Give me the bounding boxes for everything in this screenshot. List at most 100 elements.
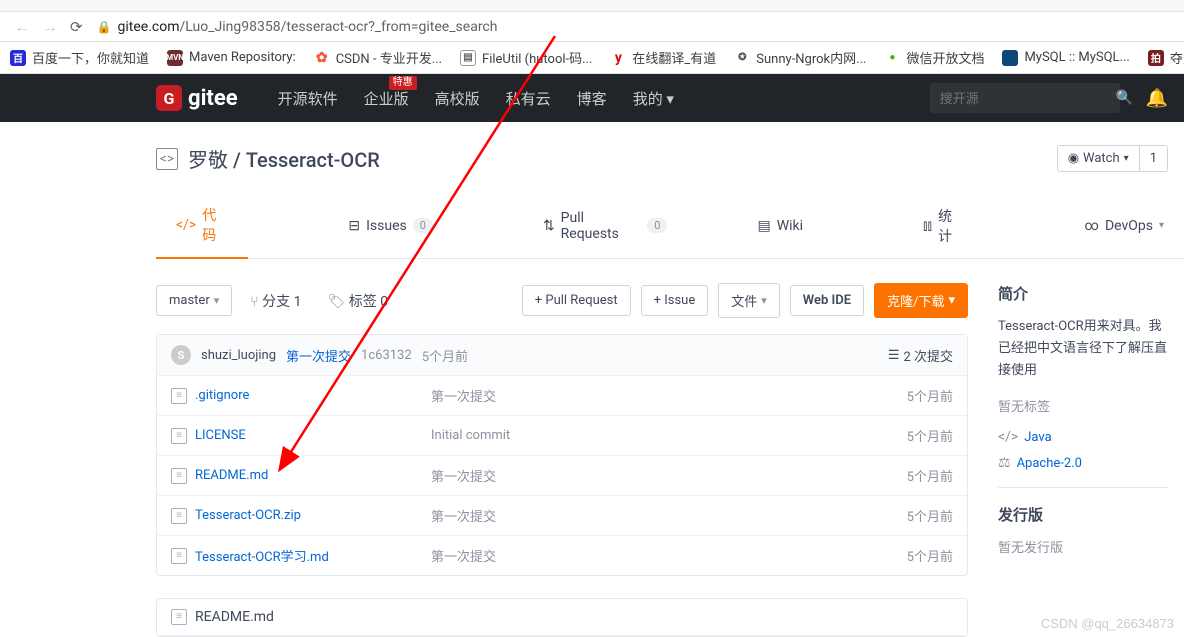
wechat-icon: ● xyxy=(884,50,900,66)
nav-mine[interactable]: 我的 ▾ xyxy=(633,88,674,109)
author-avatar[interactable]: S xyxy=(171,345,191,365)
branch-selector[interactable]: master xyxy=(156,285,232,316)
file-time: 5个月前 xyxy=(907,386,953,405)
watch-button[interactable]: ◉ Watch ▾ xyxy=(1057,145,1140,172)
author-name[interactable]: shuzi_luojing xyxy=(201,348,276,363)
bookmark-wechat[interactable]: ●微信开放文档 xyxy=(884,48,984,67)
code-tab-icon: </> xyxy=(176,217,196,233)
clone-download-button[interactable]: 克隆/下载 ▾ xyxy=(874,283,968,318)
license-link[interactable]: ⚖Apache-2.0 xyxy=(998,455,1168,471)
file-commit-msg[interactable]: 第一次提交 xyxy=(431,466,897,485)
tab-issues[interactable]: ⊟Issues0 xyxy=(328,206,453,246)
nav-enterprise[interactable]: 特惠 企业版 xyxy=(364,88,409,109)
bookmark-youdao[interactable]: y在线翻译_有道 xyxy=(610,48,716,67)
duobao-icon: 拍 xyxy=(1148,50,1164,66)
intro-text: Tesseract-OCR用来对具。我已经把中文语言径下了解压直接使用 xyxy=(998,316,1168,382)
file-commit-msg[interactable]: 第一次提交 xyxy=(431,386,897,405)
file-icon xyxy=(171,388,187,404)
tab-code[interactable]: </>代码 xyxy=(156,193,248,259)
bookmark-duobao[interactable]: 拍夺宝岛列表 xyxy=(1148,48,1184,67)
readme-title: README.md xyxy=(195,609,274,625)
file-time: 5个月前 xyxy=(907,506,953,525)
file-time: 5个月前 xyxy=(907,466,953,485)
gitee-header: G gitee 开源软件 特惠 企业版 高校版 私有云 博客 我的 ▾ 🔍 🔔 xyxy=(0,74,1184,122)
web-ide-button[interactable]: Web IDE xyxy=(790,285,864,316)
lang-link[interactable]: </>Java xyxy=(998,429,1168,445)
reload-icon[interactable]: ⟳ xyxy=(70,18,83,36)
nav-private[interactable]: 私有云 xyxy=(506,88,551,109)
eye-icon: ◉ xyxy=(1068,151,1079,166)
bookmark-ngrok[interactable]: ✪Sunny-Ngrok内网... xyxy=(734,48,866,67)
bookmark-baidu[interactable]: 百百度一下，你就知道 xyxy=(10,48,149,67)
search-icon[interactable]: 🔍 xyxy=(1116,90,1133,106)
file-commit-msg[interactable]: 第一次提交 xyxy=(431,546,897,565)
nav-blog[interactable]: 博客 xyxy=(577,88,607,109)
history-icon: ☰ xyxy=(888,348,900,363)
readme-panel: README.md xyxy=(156,598,968,637)
youdao-icon: y xyxy=(610,50,626,66)
file-time: 5个月前 xyxy=(907,426,953,445)
mvn-icon: MVN xyxy=(167,50,183,66)
repo-owner[interactable]: 罗敬 xyxy=(188,148,228,172)
file-time: 5个月前 xyxy=(907,546,953,565)
nav-opensource[interactable]: 开源软件 xyxy=(278,88,338,109)
tab-devops[interactable]: ∞DevOps▾ xyxy=(1065,206,1184,246)
search-input[interactable] xyxy=(940,91,1116,106)
ngrok-icon: ✪ xyxy=(734,50,750,66)
tab-pr[interactable]: ⇅Pull Requests0 xyxy=(523,198,688,254)
commit-header-row: S shuzi_luojing 第一次提交 1c63132 5个月前 ☰2 次提… xyxy=(157,335,967,376)
file-row: Tesseract-OCR学习.md 第一次提交 5个月前 xyxy=(157,536,967,575)
baidu-icon: 百 xyxy=(10,50,26,66)
license-icon: ⚖ xyxy=(998,455,1011,471)
file-row: LICENSE Initial commit 5个月前 xyxy=(157,416,967,456)
total-commits-link[interactable]: ☰2 次提交 xyxy=(888,346,953,365)
file-link[interactable]: .gitignore xyxy=(195,388,249,403)
lock-icon: 🔒 xyxy=(97,20,112,34)
file-row: .gitignore 第一次提交 5个月前 xyxy=(157,376,967,416)
commit-message-link[interactable]: 第一次提交 xyxy=(286,346,351,365)
issue-button[interactable]: + Issue xyxy=(641,285,709,316)
stats-icon: ⫾⫾ xyxy=(923,218,932,234)
repo-tabs: </>代码 ⊟Issues0 ⇅Pull Requests0 ▤Wiki ⫾⫾统… xyxy=(156,193,1184,259)
tags-link[interactable]: 🏷 标签 0 xyxy=(319,284,396,318)
repo-name[interactable]: Tesseract-OCR xyxy=(246,148,380,172)
bookmark-mysql[interactable]: MySQL :: MySQL... xyxy=(1002,50,1129,66)
bookmark-csdn[interactable]: ✿CSDN - 专业开发... xyxy=(314,48,442,67)
bookmark-maven[interactable]: MVNMaven Repository: xyxy=(167,50,296,66)
bookmark-fileutil[interactable]: ▤FileUtil (hutool-码... xyxy=(460,48,592,67)
watermark: CSDN @qq_26634873 xyxy=(1041,616,1174,631)
file-link[interactable]: Tesseract-OCR学习.md xyxy=(195,546,329,565)
file-commit-msg[interactable]: 第一次提交 xyxy=(431,506,897,525)
wiki-icon: ▤ xyxy=(757,218,770,234)
back-icon[interactable]: ← xyxy=(14,17,30,37)
devops-icon: ∞ xyxy=(1085,218,1099,234)
issues-icon: ⊟ xyxy=(348,218,360,234)
gitee-logo[interactable]: G gitee xyxy=(156,85,238,111)
gitee-logo-icon: G xyxy=(156,85,182,111)
file-commit-msg[interactable]: Initial commit xyxy=(431,428,897,443)
doc-icon: ▤ xyxy=(460,50,476,66)
badge-special: 特惠 xyxy=(389,76,417,90)
chevron-down-icon: ▾ xyxy=(1159,220,1164,231)
tab-stats[interactable]: ⫾⫾统计 xyxy=(903,194,985,258)
header-search[interactable]: 🔍 xyxy=(930,83,1120,113)
bell-icon[interactable]: 🔔 xyxy=(1146,88,1168,109)
release-title: 发行版 xyxy=(998,504,1168,525)
file-link[interactable]: LICENSE xyxy=(195,428,246,443)
address-bar[interactable]: 🔒 gitee.com/Luo_Jing98358/tesseract-ocr?… xyxy=(91,15,1178,39)
watch-count[interactable]: 1 xyxy=(1140,145,1168,172)
file-icon xyxy=(171,428,187,444)
files-button[interactable]: 文件 xyxy=(718,283,780,318)
nav-edu[interactable]: 高校版 xyxy=(435,88,480,109)
pr-icon: ⇅ xyxy=(543,218,555,234)
branches-link[interactable]: ⑂ 分支 1 xyxy=(242,284,309,318)
repo-path: 罗敬 / Tesseract-OCR xyxy=(188,144,380,173)
pull-request-button[interactable]: + Pull Request xyxy=(522,285,631,316)
file-row: README.md 第一次提交 5个月前 xyxy=(157,456,967,496)
tab-wiki[interactable]: ▤Wiki xyxy=(737,206,823,246)
repo-toolbar: master ⑂ 分支 1 🏷 标签 0 + Pull Request + Is… xyxy=(156,283,968,318)
forward-icon[interactable]: → xyxy=(42,17,58,37)
repo-code-icon: <> xyxy=(156,148,178,170)
file-link[interactable]: Tesseract-OCR.zip xyxy=(195,508,301,523)
file-link[interactable]: README.md xyxy=(195,468,268,483)
